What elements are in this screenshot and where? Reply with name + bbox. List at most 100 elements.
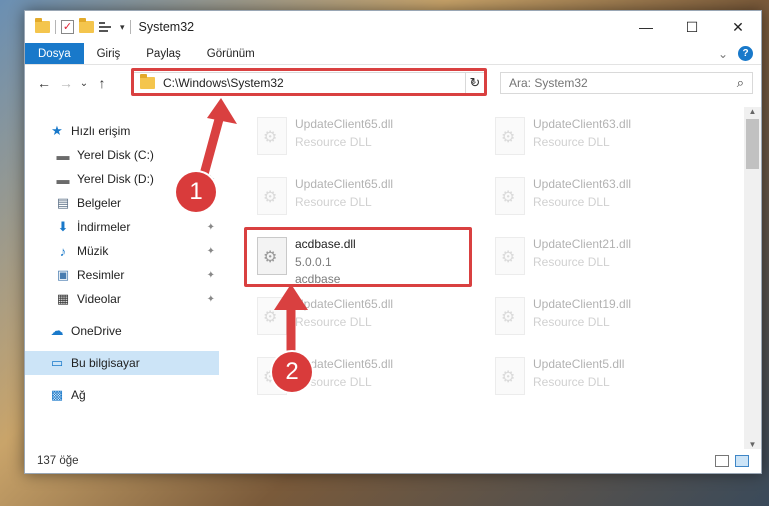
file-tile[interactable]: UpdateClient5.dll Resource DLL — [483, 351, 703, 407]
file-name: UpdateClient63.dll — [533, 177, 632, 191]
sidebar-item-label: Yerel Disk (C:) — [77, 148, 154, 162]
minimize-button[interactable]: — — [623, 11, 669, 43]
tab-dosya[interactable]: Dosya — [25, 43, 84, 64]
sidebar-item-label: Videolar — [77, 292, 121, 306]
file-tile[interactable]: UpdateClient19.dll Resource DLL — [483, 291, 703, 347]
file-tile[interactable]: UpdateClient63.dll Resource DLL — [483, 111, 703, 167]
file-description: Resource DLL — [295, 135, 372, 149]
scrollbar-thumb[interactable] — [746, 119, 759, 169]
search-box[interactable]: ⌕ — [500, 72, 753, 94]
video-icon: ▦ — [56, 291, 70, 306]
file-name: UpdateClient65.dll — [295, 117, 394, 131]
file-description: Resource DLL — [533, 135, 610, 149]
dll-file-icon — [257, 297, 287, 335]
file-tile[interactable]: UpdateClient65.dll Resource DLL — [245, 291, 465, 347]
explorer-window: ✓ ▾ System32 — ☐ ✕ Dosya Giriş Paylaş Gö… — [24, 10, 762, 474]
ribbon-right-controls: ⌄ ? — [718, 46, 753, 61]
quick-access-toolbar: ✓ ▾ — [35, 18, 131, 34]
sidebar-item[interactable]: ☁ OneDrive — [25, 319, 219, 343]
toolbar-separator — [55, 20, 56, 34]
pin-icon[interactable]: ✦ — [207, 246, 215, 257]
toolbar-dropdown-icon[interactable]: ▾ — [120, 22, 125, 33]
download-icon: ⬇ — [57, 219, 69, 234]
address-path[interactable]: C:\Windows\System32 — [163, 76, 284, 90]
file-name: acdbase.dll — [295, 237, 356, 251]
tab-giris[interactable]: Giriş — [84, 43, 134, 64]
pictures-icon: ▣ — [56, 267, 70, 282]
vertical-scrollbar[interactable]: ▲ ▼ — [744, 107, 761, 449]
sidebar-item[interactable]: ★ Hızlı erişim — [25, 119, 219, 143]
properties-check-icon[interactable]: ✓ — [61, 20, 74, 34]
tab-paylas[interactable]: Paylaş — [133, 43, 194, 64]
dll-file-icon — [257, 117, 287, 155]
file-description: 5.0.0.1 — [295, 255, 332, 269]
pin-icon[interactable]: ✦ — [207, 270, 215, 281]
close-button[interactable]: ✕ — [715, 11, 761, 43]
sidebar-item-label: Yerel Disk (D:) — [77, 172, 154, 186]
sidebar-item[interactable]: ▦ Videolar ✦ — [25, 287, 219, 311]
window-title: System32 — [138, 20, 195, 34]
sidebar-item[interactable]: ♪ Müzik ✦ — [25, 239, 219, 263]
file-description: Resource DLL — [295, 195, 372, 209]
customize-toolbar-icon[interactable] — [99, 21, 115, 33]
file-description: Resource DLL — [533, 195, 610, 209]
sidebar-item-label: Hızlı erişim — [71, 124, 131, 138]
ribbon-tabs: Dosya Giriş Paylaş Görünüm ⌄ ? — [25, 43, 761, 65]
pin-icon[interactable]: ✦ — [207, 294, 215, 305]
pin-icon[interactable]: ✦ — [207, 222, 215, 233]
sidebar-item[interactable]: ▭ Bu bilgisayar — [25, 351, 219, 375]
toolbar-separator — [129, 20, 131, 34]
sidebar-item[interactable]: ▩ Ağ — [25, 383, 219, 407]
back-button[interactable]: ← — [33, 75, 55, 91]
file-name: UpdateClient21.dll — [533, 237, 632, 251]
sidebar-item-label: İndirmeler — [77, 220, 131, 234]
large-icons-view-icon[interactable] — [735, 455, 749, 467]
folder-icon — [140, 74, 155, 89]
file-tile[interactable]: UpdateClient65.dll Resource DLL — [245, 111, 465, 167]
drive-icon: ▬ — [56, 171, 70, 187]
item-count: 137 öğe — [37, 455, 79, 467]
sidebar-item-label: Müzik — [77, 244, 109, 258]
file-description: Resource DLL — [533, 255, 610, 269]
address-bar[interactable]: C:\Windows\System32 ⌄ — [133, 72, 485, 94]
file-list: UpdateClient65.dllResource DLLUpdateClie… — [235, 107, 735, 447]
file-tile[interactable]: UpdateClient21.dll Resource DLL — [483, 231, 703, 287]
sidebar-item-label: Ağ — [71, 388, 86, 402]
search-input[interactable] — [509, 76, 709, 90]
star-icon: ★ — [51, 123, 63, 138]
file-description: Resource DLL — [295, 315, 372, 329]
scroll-up-icon[interactable]: ▲ — [744, 107, 761, 116]
tab-gorunum[interactable]: Görünüm — [194, 43, 268, 64]
sidebar-item[interactable]: ▬ Yerel Disk (C:) ✦ — [25, 143, 219, 167]
cloud-icon: ☁ — [50, 323, 64, 338]
navigation-pane: ★ Hızlı erişim ▬ Yerel Disk (C:) ✦ ▬ Yerel Dis… — [25, 107, 219, 447]
file-tile[interactable]: UpdateClient63.dll Resource DLL — [483, 171, 703, 227]
file-name: UpdateClient19.dll — [533, 297, 632, 311]
up-button[interactable]: ↑ — [91, 75, 113, 91]
recent-locations-button[interactable]: ⌄ — [77, 78, 91, 89]
dll-file-icon — [495, 117, 525, 155]
expand-ribbon-icon[interactable]: ⌄ — [718, 47, 728, 61]
step-badge-1: 1 — [176, 172, 216, 212]
help-icon[interactable]: ? — [738, 46, 753, 61]
view-toggle — [715, 455, 749, 467]
file-description: Resource DLL — [533, 315, 610, 329]
details-view-icon[interactable] — [715, 455, 729, 467]
pin-icon[interactable]: ✦ — [207, 150, 215, 161]
sidebar-item-label: Resimler — [77, 268, 125, 282]
computer-icon: ▭ — [50, 355, 64, 370]
sidebar-item[interactable]: ▣ Resimler ✦ — [25, 263, 219, 287]
forward-button[interactable]: → — [55, 75, 77, 91]
refresh-button[interactable]: ↻ — [465, 72, 485, 94]
dll-file-icon — [495, 297, 525, 335]
search-icon[interactable]: ⌕ — [737, 75, 744, 91]
file-name: UpdateClient63.dll — [533, 117, 632, 131]
folder-icon[interactable] — [35, 18, 50, 33]
sidebar-item[interactable]: ⬇ İndirmeler ✦ — [25, 215, 219, 239]
file-tile[interactable]: acdbase.dll 5.0.0.1 acdbase — [245, 231, 465, 287]
window-controls: — ☐ ✕ — [623, 11, 761, 43]
maximize-button[interactable]: ☐ — [669, 11, 715, 43]
new-folder-icon[interactable] — [79, 18, 94, 33]
scroll-down-icon[interactable]: ▼ — [744, 440, 761, 449]
file-tile[interactable]: UpdateClient65.dll Resource DLL — [245, 171, 465, 227]
